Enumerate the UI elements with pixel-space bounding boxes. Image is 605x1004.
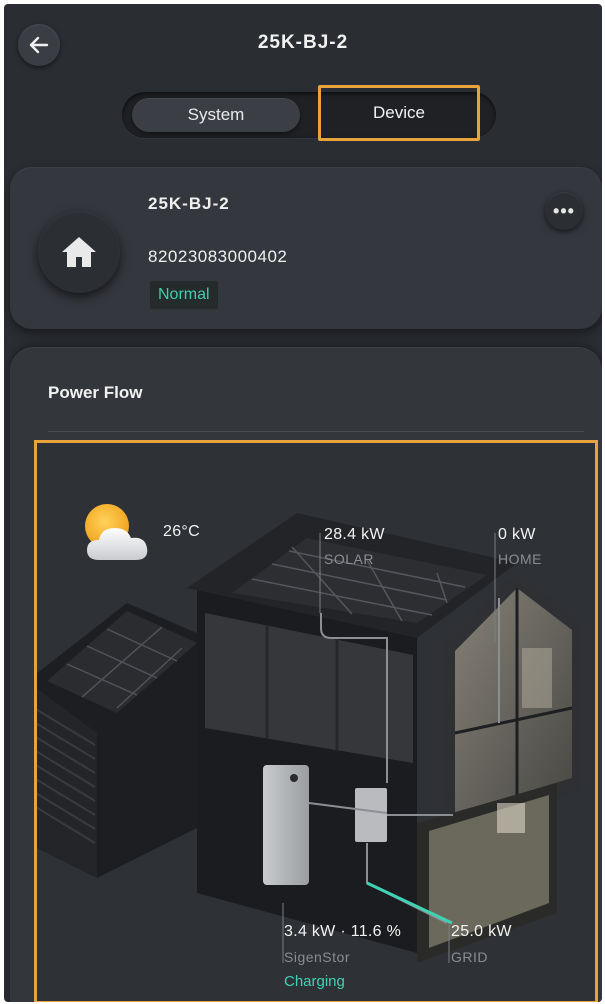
- divider: [48, 431, 584, 432]
- solar-value: 28.4 kW: [324, 526, 385, 543]
- home-icon: [62, 237, 96, 267]
- battery-state: Charging: [284, 973, 345, 990]
- device-serial: 82023083000402: [148, 247, 288, 266]
- home-value: 0 kW: [498, 526, 536, 543]
- view-segmented-control: System Device: [122, 85, 496, 141]
- tab-device[interactable]: Device: [318, 85, 480, 141]
- grid-label: GRID: [451, 949, 488, 965]
- device-card[interactable]: 25K-BJ-2 82023083000402 Normal •••: [10, 167, 602, 329]
- app-screen: 25K-BJ-2 System Device 25K-BJ-2 82023083…: [4, 4, 602, 1002]
- partly-cloudy-icon: [85, 504, 148, 560]
- status-badge: Normal: [150, 281, 218, 309]
- tab-system[interactable]: System: [132, 98, 300, 132]
- weather-widget: [77, 500, 157, 571]
- home-label: HOME: [498, 551, 542, 567]
- page-title: 25K-BJ-2: [257, 32, 349, 53]
- device-name: 25K-BJ-2: [148, 194, 230, 213]
- power-flow-card: Power Flow 26°C 28.4 kW SOLAR 0 kW HOME …: [10, 347, 602, 1002]
- device-avatar: [38, 211, 120, 293]
- grid-value: 25.0 kW: [451, 923, 512, 940]
- more-options-button[interactable]: •••: [545, 192, 583, 230]
- power-flow-diagram: 26°C 28.4 kW SOLAR 0 kW HOME 3.4 kW · 11…: [34, 440, 598, 1002]
- battery-value: 3.4 kW · 11.6 %: [284, 923, 402, 940]
- more-icon: •••: [553, 200, 575, 221]
- power-flow-title: Power Flow: [48, 383, 143, 402]
- temperature: 26°C: [163, 523, 200, 540]
- solar-label: SOLAR: [324, 551, 374, 567]
- battery-label: SigenStor: [284, 949, 350, 965]
